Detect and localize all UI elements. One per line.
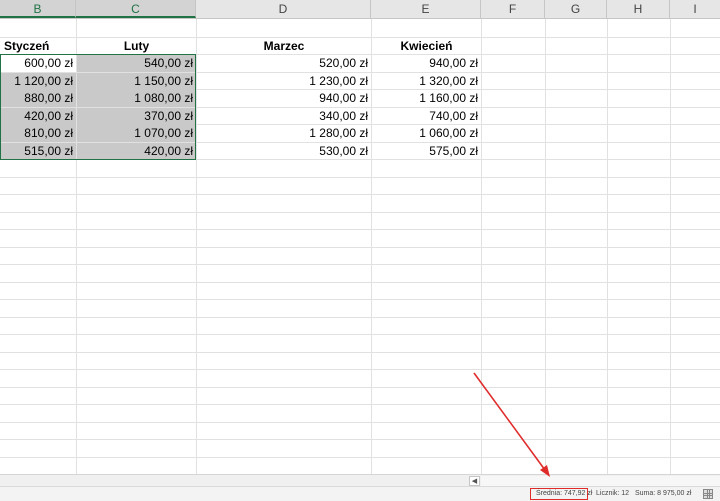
grid-row-line — [0, 439, 720, 440]
column-header-h[interactable]: H — [607, 0, 670, 18]
scrollbar-track[interactable] — [481, 476, 720, 486]
table-cell[interactable]: 1 060,00 zł — [372, 125, 481, 142]
column-header-c[interactable]: C — [76, 0, 196, 18]
table-cell[interactable]: 1 280,00 zł — [197, 125, 371, 142]
table-cell[interactable]: 1 160,00 zł — [372, 90, 481, 107]
grid-row-line — [0, 457, 720, 458]
table-cell[interactable]: 520,00 zł — [197, 55, 371, 72]
column-header-bar: B C D E F G H I — [0, 0, 720, 19]
grid-row-line — [0, 194, 720, 195]
grid-row-line — [0, 387, 720, 388]
table-cell[interactable]: 575,00 zł — [372, 143, 481, 160]
column-header-b[interactable]: B — [0, 0, 76, 18]
table-cell[interactable]: 740,00 zł — [372, 108, 481, 125]
grid-row-line — [0, 334, 720, 335]
table-cell[interactable]: 1 120,00 zł — [1, 73, 76, 90]
grid-view-icon[interactable] — [703, 489, 713, 499]
column-header-i[interactable]: I — [670, 0, 720, 18]
grid-row-line — [0, 369, 720, 370]
table-cell[interactable]: 370,00 zł — [77, 108, 196, 125]
triangle-left-icon[interactable]: ◀ — [469, 476, 480, 486]
grid-row-line — [0, 352, 720, 353]
column-header-g[interactable]: G — [545, 0, 607, 18]
table-cell[interactable]: 940,00 zł — [372, 55, 481, 72]
table-cell[interactable]: 420,00 zł — [1, 108, 76, 125]
status-count[interactable]: Licznik: 12 — [596, 487, 629, 501]
grid-row-line — [0, 177, 720, 178]
grid-row-line — [0, 212, 720, 213]
grid-row-line — [0, 229, 720, 230]
grid-row-line — [0, 317, 720, 318]
table-cell[interactable]: 880,00 zł — [1, 90, 76, 107]
column-header-e[interactable]: E — [371, 0, 481, 18]
table-cell[interactable]: 420,00 zł — [77, 143, 196, 160]
grid-row-line — [0, 282, 720, 283]
status-average[interactable]: Średnia: 747,92 zł — [536, 487, 592, 501]
table-cell[interactable]: 1 320,00 zł — [372, 73, 481, 90]
table-cell[interactable]: 1 080,00 zł — [77, 90, 196, 107]
column-title-2[interactable]: Marzec — [197, 38, 371, 55]
grid-row-line — [0, 264, 720, 265]
column-header-d[interactable]: D — [196, 0, 371, 18]
table-cell[interactable]: 1 070,00 zł — [77, 125, 196, 142]
grid-row-line — [0, 299, 720, 300]
table-cell[interactable]: 515,00 zł — [1, 143, 76, 160]
column-title-0[interactable]: Styczeń — [1, 38, 76, 55]
column-header-f[interactable]: F — [481, 0, 545, 18]
table-cell[interactable]: 940,00 zł — [197, 90, 371, 107]
table-cell[interactable]: 530,00 zł — [197, 143, 371, 160]
table-cell[interactable]: 810,00 zł — [1, 125, 76, 142]
status-sum[interactable]: Suma: 8 975,00 zł — [635, 487, 691, 501]
status-bar: Średnia: 747,92 zł Licznik: 12 Suma: 8 9… — [0, 486, 720, 501]
table-cell[interactable]: 1 150,00 zł — [77, 73, 196, 90]
worksheet-grid[interactable]: Styczeń Luty Marzec Kwiecień 600,00 zł 540,00… — [0, 19, 720, 474]
column-title-1[interactable]: Luty — [77, 38, 196, 55]
table-cell[interactable]: 340,00 zł — [197, 108, 371, 125]
table-cell[interactable]: 1 230,00 zł — [197, 73, 371, 90]
column-title-3[interactable]: Kwiecień — [372, 38, 481, 55]
table-cell[interactable]: 540,00 zł — [77, 55, 196, 72]
grid-row-line — [0, 247, 720, 248]
table-cell[interactable]: 600,00 zł — [1, 55, 76, 72]
grid-row-line — [0, 404, 720, 405]
grid-row-line — [0, 422, 720, 423]
